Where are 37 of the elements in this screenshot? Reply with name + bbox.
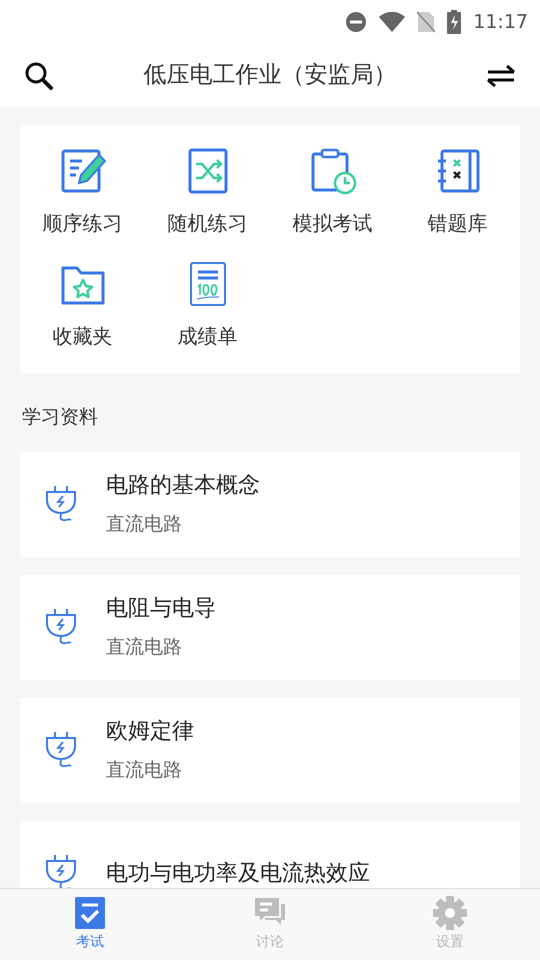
- switch-button[interactable]: [486, 64, 516, 88]
- material-card[interactable]: 电功与电功率及电流热效应: [20, 820, 520, 888]
- section-title: 学习资料: [22, 405, 99, 430]
- material-title: 电路的基本概念: [106, 472, 260, 500]
- material-title: 欧姆定律: [106, 718, 194, 746]
- material-subtitle: 直流电路: [106, 635, 183, 660]
- feature-button[interactable]: 收藏夹: [20, 260, 145, 351]
- search-button[interactable]: [24, 60, 54, 90]
- swap-arrows-icon: [486, 64, 516, 88]
- material-subtitle: 直流电路: [106, 758, 183, 784]
- material-title: 电阻与电导: [106, 595, 216, 624]
- plug-icon: [44, 484, 78, 524]
- plug-icon: [44, 607, 78, 647]
- clipboard-clock-icon: [308, 147, 356, 195]
- material-subtitle: 直流电路: [106, 512, 183, 538]
- material-card[interactable]: 电路的基本概念 直流电路: [20, 452, 520, 556]
- feature-button[interactable]: 成绩单: [145, 260, 270, 351]
- status-time: 11:17: [473, 10, 528, 35]
- header-title: 低压电工作业（安监局）: [144, 61, 396, 90]
- material-card[interactable]: 电阻与电导 直流电路: [20, 574, 520, 680]
- feature-button[interactable]: 模拟考试: [270, 147, 395, 238]
- feature-button[interactable]: 随机练习: [145, 147, 270, 238]
- plug-icon: [44, 853, 78, 888]
- battery-charging-icon: [447, 10, 462, 34]
- edit-document-icon: [58, 147, 106, 195]
- material-title: 电功与电功率及电流热效应: [106, 860, 370, 888]
- tab[interactable]: 考试: [0, 889, 180, 960]
- search-icon: [24, 60, 54, 90]
- no-sim-icon: [417, 11, 436, 33]
- do-not-disturb-icon: [345, 11, 368, 33]
- wifi-icon: [379, 12, 406, 32]
- settings-icon: [433, 896, 467, 930]
- feature-button[interactable]: 顺序练习: [20, 147, 145, 238]
- checklist-icon: [73, 896, 107, 930]
- plug-icon: [44, 730, 78, 770]
- feature-button[interactable]: 错题库: [395, 147, 520, 238]
- material-card[interactable]: 欧姆定律 直流电路: [20, 698, 520, 802]
